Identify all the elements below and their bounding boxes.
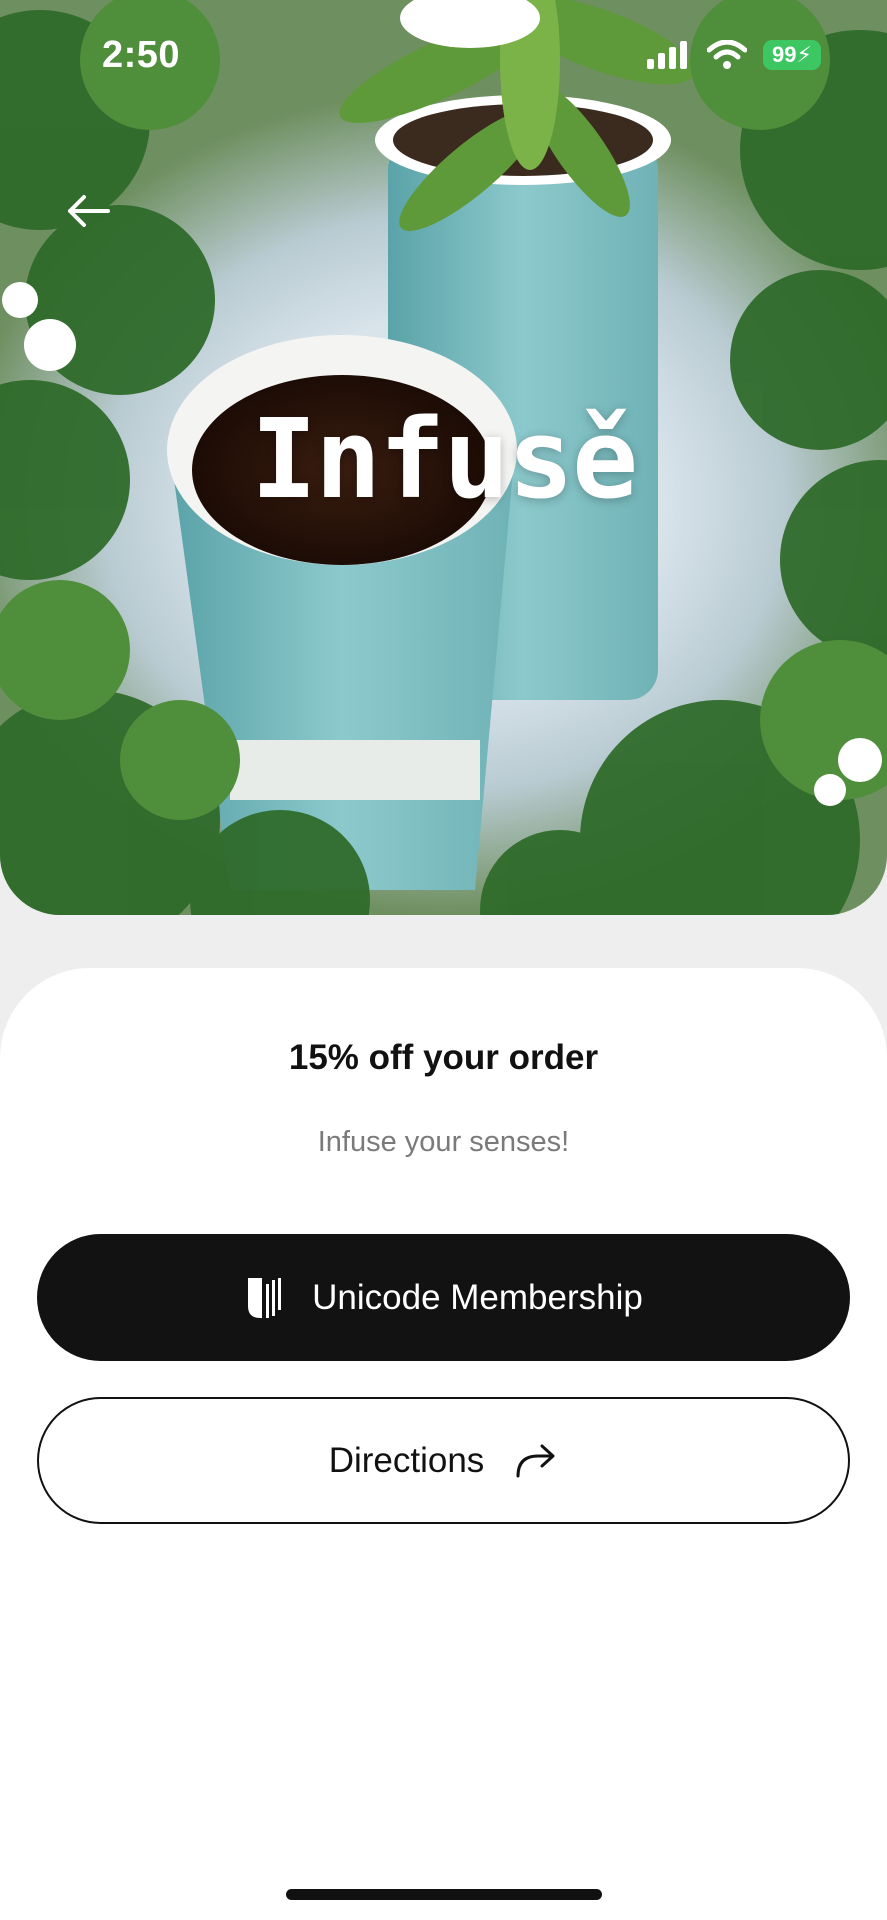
share-arrow-icon [516, 1444, 555, 1477]
hero-image: Infusě [0, 0, 887, 915]
offer-subtitle: Infuse your senses! [317, 1126, 570, 1158]
wifi-icon [707, 40, 747, 69]
directions-label: Directions [328, 1440, 485, 1480]
brand-logo: Infusě [250, 395, 638, 523]
membership-label: Unicode Membership [312, 1277, 643, 1317]
status-bar: 2:50 99 ⚡ [0, 0, 887, 120]
back-button[interactable] [58, 186, 118, 236]
unicode-logo-icon [248, 1277, 282, 1318]
directions-button[interactable]: Directions [37, 1397, 850, 1524]
back-arrow-icon [68, 195, 110, 227]
screen: Infusě 2:50 99 ⚡ 15% off your order Infus… [0, 0, 887, 1920]
status-time: 2:50 [102, 34, 181, 76]
battery-icon: 99 ⚡ [763, 40, 821, 70]
charging-bolt-icon: ⚡ [796, 42, 812, 67]
offer-sheet: 15% off your order Infuse your senses! U… [0, 968, 887, 1920]
home-indicator[interactable] [286, 1889, 602, 1900]
signal-icon [647, 41, 687, 69]
status-icons: 99 ⚡ [647, 40, 821, 70]
offer-title: 15% off your order [288, 1038, 599, 1077]
unicode-membership-button[interactable]: Unicode Membership [37, 1234, 850, 1361]
battery-level: 99 [772, 42, 797, 67]
